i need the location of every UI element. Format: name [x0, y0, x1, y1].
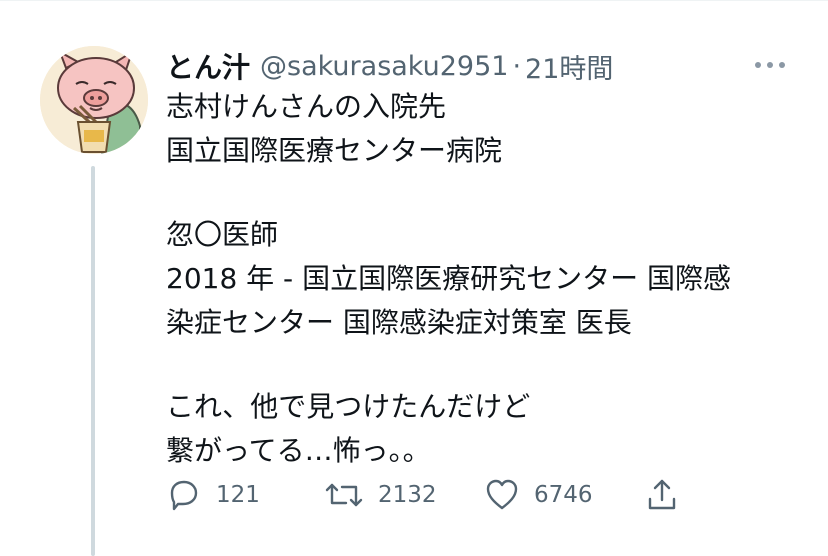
pig-avatar-image — [40, 46, 148, 154]
separator-dot: · — [512, 50, 522, 82]
reply-count: 121 — [216, 482, 260, 508]
heart-icon — [486, 479, 518, 510]
retweet-arrows-icon — [325, 483, 363, 507]
tweet-text: 志村けんさんの入院先 国立国際医療センター病院 忽〇医師 2018 年 - 国立… — [166, 85, 806, 473]
top-divider — [0, 0, 828, 1]
share-upload-icon — [648, 479, 676, 510]
tweet-line: 国立国際医療センター病院 — [166, 134, 503, 167]
timestamp[interactable]: 21時間 — [525, 47, 613, 86]
like-button[interactable]: 6746 — [484, 474, 593, 516]
tweet-line: 志村けんさんの入院先 — [166, 90, 447, 123]
more-horizontal-icon — [755, 62, 785, 68]
share-button[interactable] — [644, 474, 680, 516]
display-name[interactable]: とん汁 — [166, 46, 250, 86]
tweet-line: 繋がってる…怖っ。。 — [166, 434, 431, 467]
thread-line — [91, 166, 95, 556]
speech-bubble-icon — [170, 480, 198, 511]
tweet-line: 忽〇医師 — [166, 218, 279, 251]
more-options-button[interactable] — [746, 50, 794, 80]
tweet-line: 2018 年 - 国立国際医療研究センター 国際感 — [166, 262, 731, 295]
retweet-count: 2132 — [378, 482, 437, 508]
action-bar: 121 2132 6746 — [166, 474, 726, 516]
avatar[interactable] — [40, 46, 148, 154]
user-handle[interactable]: @sakurasaku2951 — [260, 51, 508, 82]
reply-button[interactable]: 121 — [166, 474, 260, 516]
tweet-line: これ、他で見つけたんだけど — [166, 390, 531, 423]
tweet-header: とん汁 @sakurasaku2951 · 21時間 — [166, 46, 613, 86]
tweet-line: 染症センター 国際感染症対策室 医長 — [166, 306, 632, 339]
retweet-button[interactable]: 2132 — [324, 474, 437, 516]
like-count: 6746 — [534, 482, 593, 508]
